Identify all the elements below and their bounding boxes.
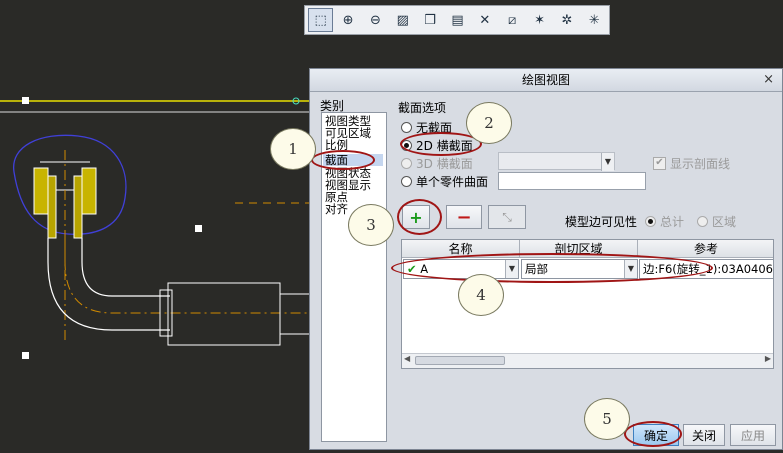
radio-icon[interactable] bbox=[401, 176, 412, 187]
highlight-section-row bbox=[391, 253, 713, 283]
orient-icon[interactable]: ❒ bbox=[417, 8, 442, 32]
callout-1: 1 bbox=[270, 128, 316, 170]
annotation-icon[interactable]: ✳ bbox=[582, 8, 607, 32]
table-horizontal-scrollbar[interactable]: ◀ ▶ bbox=[402, 353, 773, 368]
flip-section-button[interactable]: ⤡ bbox=[488, 205, 526, 229]
apply-button[interactable]: 应用 bbox=[730, 424, 776, 446]
repaint-icon[interactable]: ▨ bbox=[390, 8, 415, 32]
column-header-reference[interactable]: 参考 bbox=[638, 240, 773, 258]
model-edge-visibility-label: 模型边可见性 bbox=[565, 215, 638, 229]
check-icon[interactable]: ✔ bbox=[653, 157, 666, 170]
highlight-ok-button bbox=[624, 421, 682, 447]
highlight-sections-category bbox=[311, 150, 375, 170]
scroll-right-icon[interactable]: ▶ bbox=[765, 354, 771, 363]
category-item-alignment[interactable]: 对齐 bbox=[325, 203, 348, 215]
close-button[interactable]: 关闭 bbox=[683, 424, 725, 446]
callout-2: 2 bbox=[466, 102, 512, 144]
radio-icon[interactable] bbox=[401, 122, 412, 133]
zoom-fit-icon[interactable]: ⬚ bbox=[308, 8, 334, 32]
radio-icon[interactable] bbox=[401, 158, 412, 169]
zoom-out-icon[interactable]: ⊖ bbox=[363, 8, 388, 32]
option-single-part-surface[interactable]: 单个零件曲面 bbox=[401, 173, 488, 190]
csys-icon[interactable]: ✲ bbox=[554, 8, 579, 32]
option-3d-cross-section[interactable]: 3D 横截面 bbox=[401, 155, 473, 172]
close-icon[interactable]: × bbox=[763, 71, 774, 89]
radio-icon[interactable] bbox=[697, 216, 708, 227]
flip-icon: ⤡ bbox=[502, 209, 512, 224]
datum-points-icon[interactable]: ✶ bbox=[527, 8, 552, 32]
callout-5: 5 bbox=[584, 398, 630, 440]
single-part-field[interactable] bbox=[498, 172, 646, 190]
view-toolbar: ⬚ ⊕ ⊖ ▨ ❒ ▤ ✕ ⧄ ✶ ✲ ✳ bbox=[304, 5, 610, 35]
dialog-title: 绘图视图 bbox=[521, 73, 570, 87]
scroll-left-icon[interactable]: ◀ bbox=[404, 354, 410, 363]
scrollbar-thumb[interactable] bbox=[415, 356, 505, 365]
callout-3: 3 bbox=[348, 204, 394, 246]
saved-views-icon[interactable]: ▤ bbox=[445, 8, 470, 32]
edge-visibility-area[interactable]: 区域 bbox=[697, 213, 736, 230]
section-options-label: 截面选项 bbox=[398, 101, 447, 115]
dialog-titlebar[interactable]: 绘图视图 × bbox=[310, 69, 782, 92]
3d-section-select[interactable]: ▼ bbox=[498, 152, 615, 171]
show-xhatch-checkbox[interactable]: ✔ 显示剖面线 bbox=[653, 155, 730, 172]
edge-visibility-total[interactable]: 总计 bbox=[645, 213, 684, 230]
radio-selected-icon[interactable] bbox=[645, 216, 656, 227]
remove-section-button[interactable]: − bbox=[446, 205, 482, 229]
callout-4: 4 bbox=[458, 274, 504, 316]
chevron-down-icon: ▼ bbox=[601, 153, 614, 171]
highlight-add-button bbox=[397, 199, 442, 235]
datum-planes-icon[interactable]: ✕ bbox=[472, 8, 497, 32]
datum-axes-icon[interactable]: ⧄ bbox=[500, 8, 525, 32]
zoom-in-icon[interactable]: ⊕ bbox=[335, 8, 360, 32]
